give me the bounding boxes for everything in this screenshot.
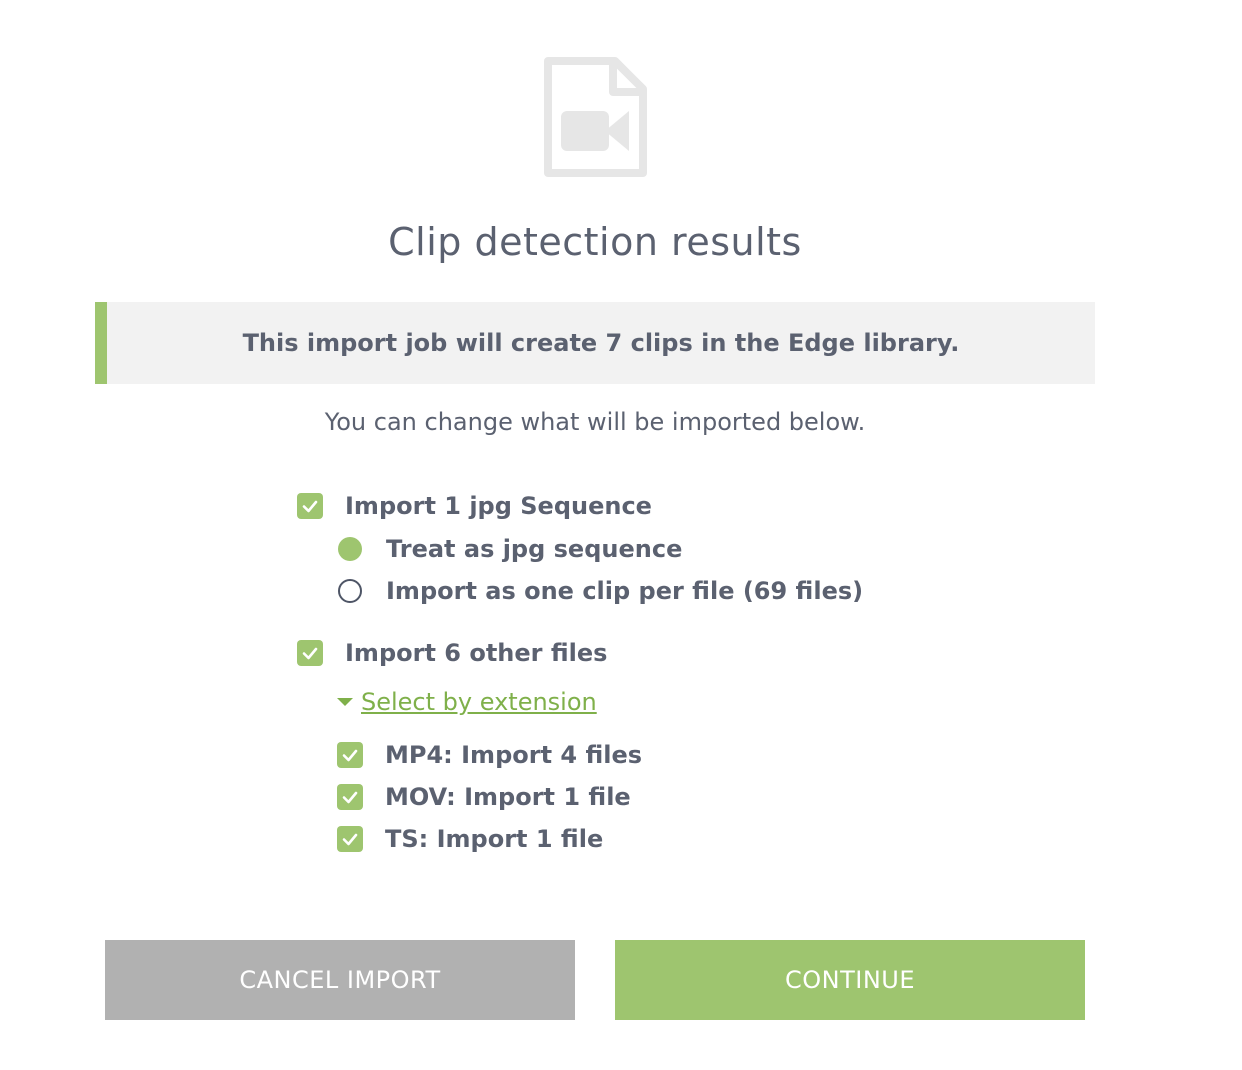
continue-button[interactable]: CONTINUE [615, 940, 1085, 1020]
select-by-extension-toggle[interactable]: Select by extension [337, 688, 597, 716]
other-files-checkbox[interactable] [297, 640, 323, 666]
caret-down-icon [337, 698, 353, 706]
sequence-label: Import 1 jpg Sequence [345, 492, 652, 520]
other-files-option-row[interactable]: Import 6 other files [297, 639, 607, 667]
radio-treat-as-sequence[interactable]: Treat as jpg sequence [338, 535, 682, 563]
mp4-label: MP4: Import 4 files [385, 741, 643, 769]
dialog-title: Clip detection results [388, 220, 802, 264]
radio-unselected-icon[interactable] [338, 579, 362, 603]
cancel-import-button[interactable]: CANCEL IMPORT [105, 940, 575, 1020]
checkmark-icon [302, 500, 318, 513]
mov-label: MOV: Import 1 file [385, 783, 631, 811]
mov-checkbox[interactable] [337, 784, 363, 810]
radio-one-clip-per-file[interactable]: Import as one clip per file (69 files) [338, 577, 863, 605]
radio-treat-label: Treat as jpg sequence [386, 535, 683, 563]
sequence-checkbox[interactable] [297, 493, 323, 519]
checkmark-icon [342, 833, 358, 846]
radio-per-file-label: Import as one clip per file (69 files) [386, 577, 864, 605]
ts-checkbox[interactable] [337, 826, 363, 852]
extension-row-ts[interactable]: TS: Import 1 file [337, 825, 603, 853]
summary-banner: This import job will create 7 clips in t… [95, 302, 1095, 384]
summary-text: This import job will create 7 clips in t… [242, 329, 960, 357]
instructions-text: You can change what will be imported bel… [324, 408, 866, 436]
checkmark-icon [342, 749, 358, 762]
sequence-option-row[interactable]: Import 1 jpg Sequence [297, 492, 652, 520]
select-by-extension-link[interactable]: Select by extension [361, 688, 597, 716]
video-file-icon [544, 57, 647, 177]
extension-row-mp4[interactable]: MP4: Import 4 files [337, 741, 642, 769]
ts-label: TS: Import 1 file [385, 825, 604, 853]
import-dialog: Clip detection results This import job w… [0, 0, 1242, 1070]
checkmark-icon [342, 791, 358, 804]
radio-selected-icon[interactable] [338, 537, 362, 561]
mp4-checkbox[interactable] [337, 742, 363, 768]
extension-row-mov[interactable]: MOV: Import 1 file [337, 783, 631, 811]
other-files-label: Import 6 other files [345, 639, 608, 667]
checkmark-icon [302, 647, 318, 660]
